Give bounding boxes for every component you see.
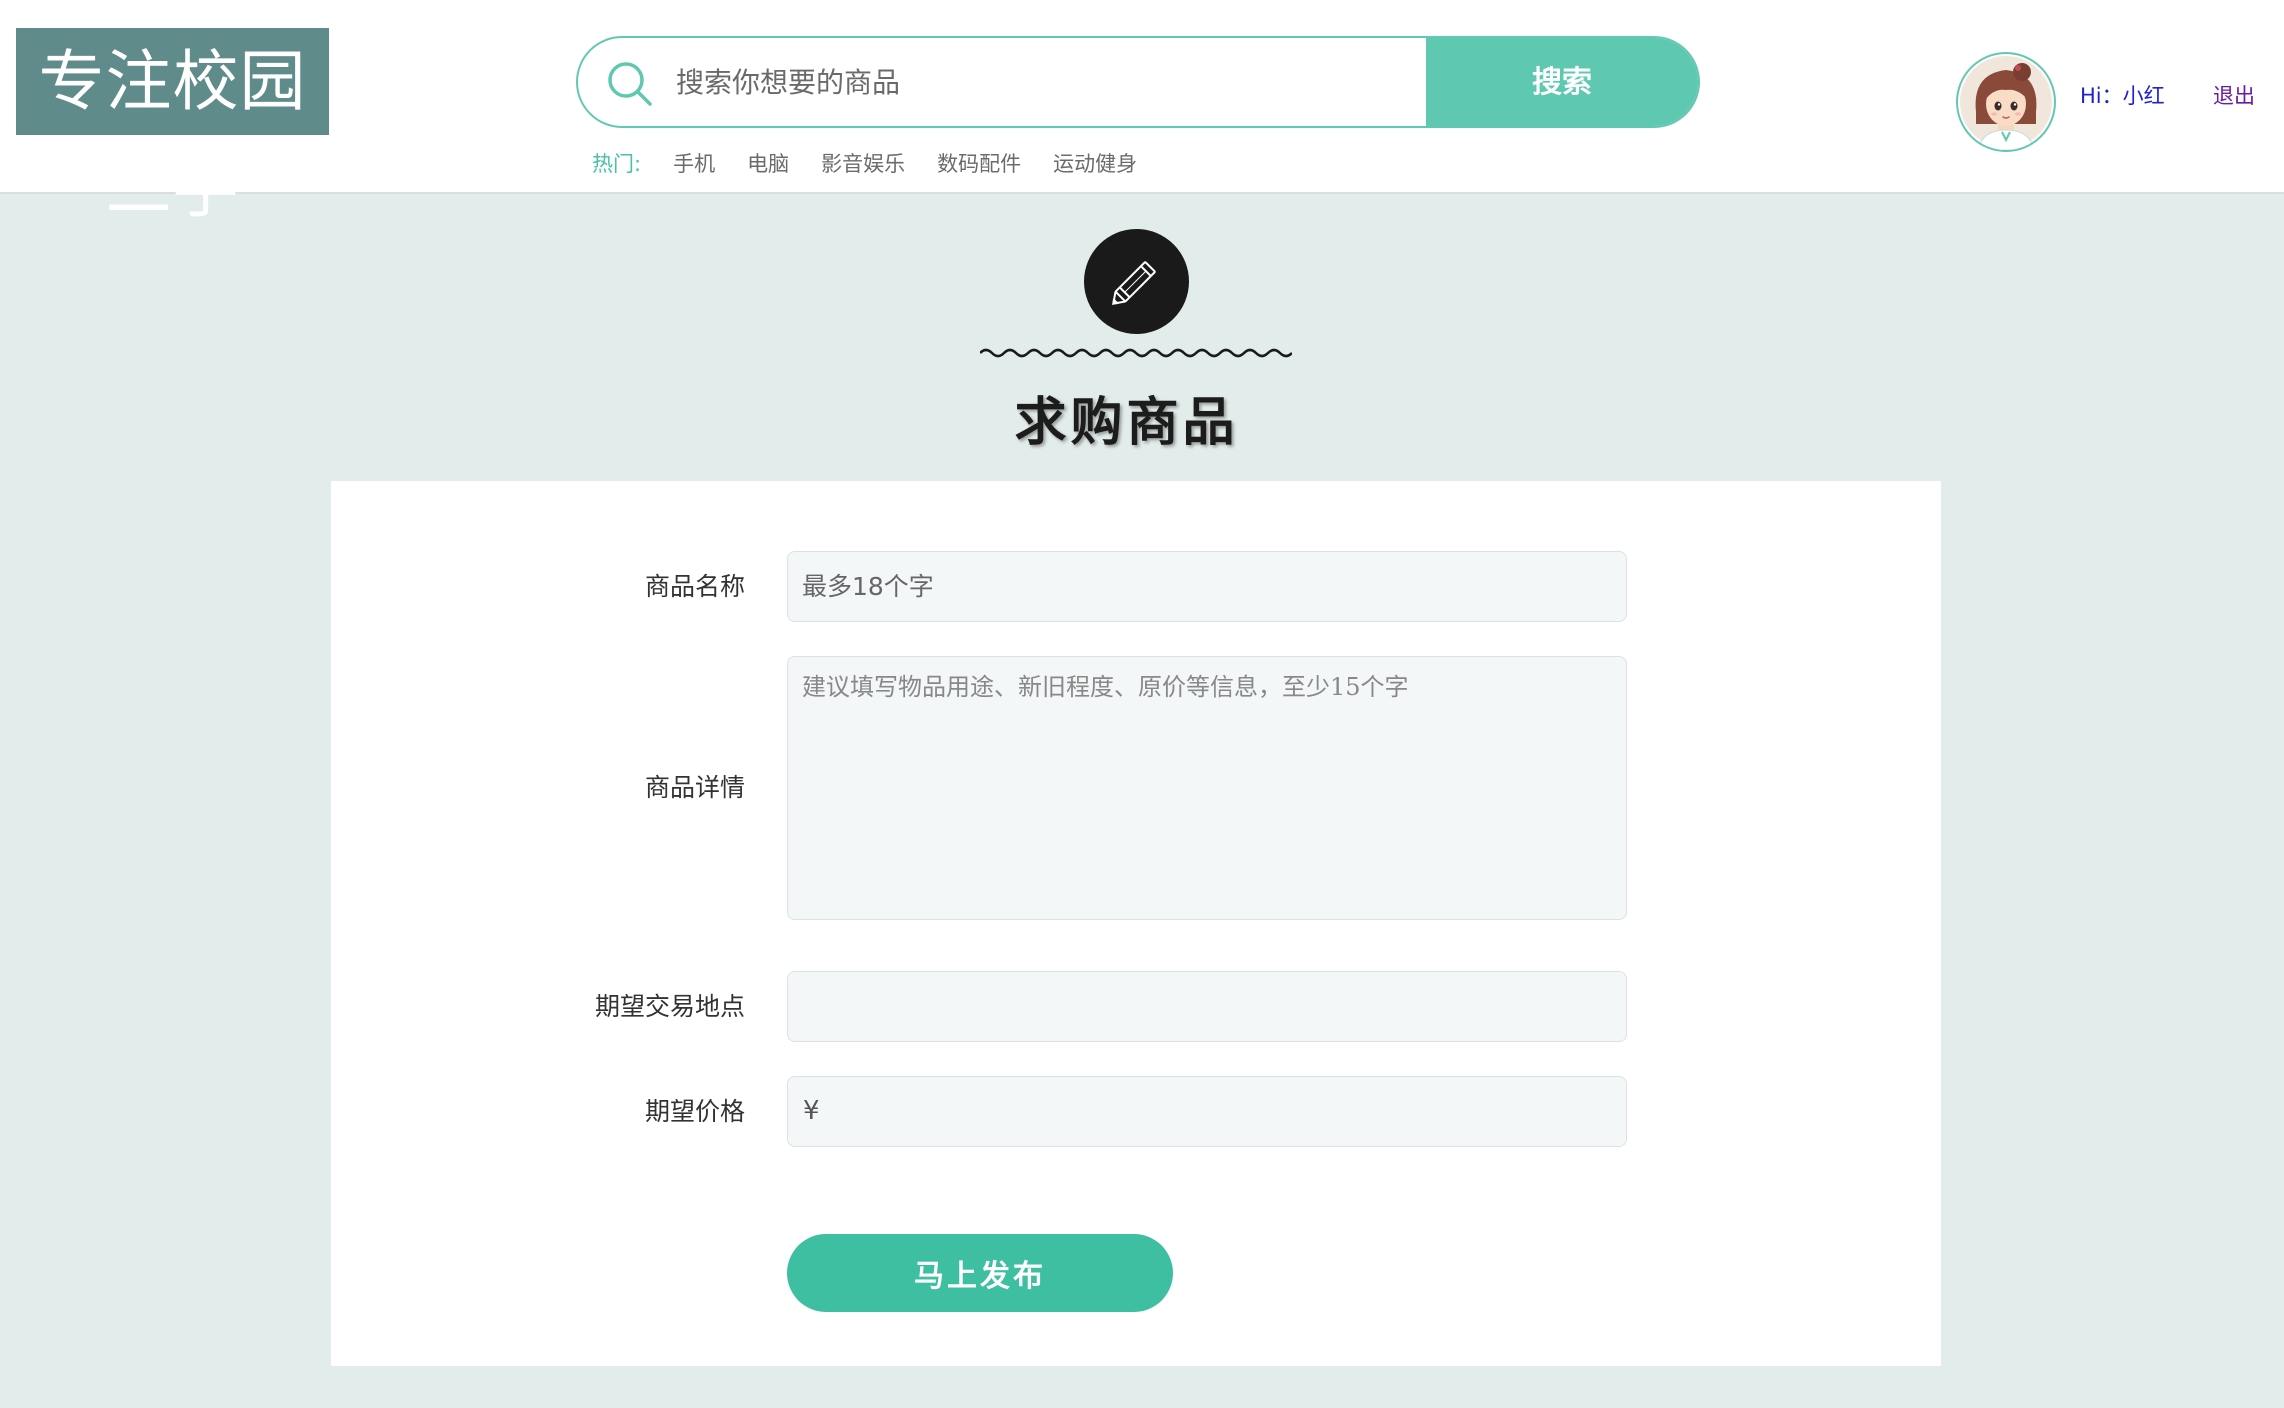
- logout-link[interactable]: 退出: [2213, 80, 2255, 110]
- user-greeting-link[interactable]: Hi：小红: [2080, 80, 2165, 110]
- request-form: 商品名称 商品详情 期望交易地点 期望价格 ¥ 马上发布: [331, 481, 1941, 1366]
- hot-item-entertainment[interactable]: 影音娱乐: [821, 148, 905, 178]
- product-name-label: 商品名称: [644, 572, 745, 601]
- hot-item-phone[interactable]: 手机: [673, 148, 715, 178]
- avatar[interactable]: [1956, 52, 2056, 152]
- site-logo[interactable]: 专注校园二手: [16, 28, 329, 227]
- product-name-input[interactable]: [787, 551, 1627, 622]
- search-button[interactable]: 搜索: [1426, 38, 1698, 126]
- search-bar: 搜索: [576, 36, 1700, 128]
- product-detail-textarea[interactable]: [787, 656, 1627, 920]
- location-input[interactable]: [787, 971, 1627, 1042]
- hot-label: 热门:: [592, 152, 642, 176]
- price-field: ¥: [787, 1076, 1627, 1147]
- avatar-girl-icon: [1960, 56, 2052, 150]
- hot-item-fitness[interactable]: 运动健身: [1053, 148, 1137, 178]
- hot-item-computer[interactable]: 电脑: [747, 148, 789, 178]
- publish-button[interactable]: 马上发布: [787, 1234, 1173, 1312]
- currency-symbol: ¥: [803, 1096, 820, 1126]
- price-label: 期望价格: [644, 1097, 745, 1126]
- hot-item-accessories[interactable]: 数码配件: [937, 148, 1021, 178]
- page-title: 求购商品: [1014, 392, 1239, 453]
- pencil-icon: [1112, 261, 1156, 305]
- pencil-badge: [1084, 229, 1189, 334]
- search-icon: [608, 62, 652, 106]
- search-input[interactable]: [674, 38, 1494, 126]
- header: 专注校园二手 搜索 热门: 手机 电脑 影音娱乐 数码配件 运动健身: [0, 0, 2284, 227]
- hot-search-links: 热门: 手机 电脑 影音娱乐 数码配件 运动健身: [592, 148, 1169, 178]
- location-label: 期望交易地点: [594, 992, 745, 1021]
- product-detail-label: 商品详情: [644, 773, 745, 802]
- wave-divider: [980, 348, 1292, 358]
- price-input[interactable]: [787, 1076, 1627, 1147]
